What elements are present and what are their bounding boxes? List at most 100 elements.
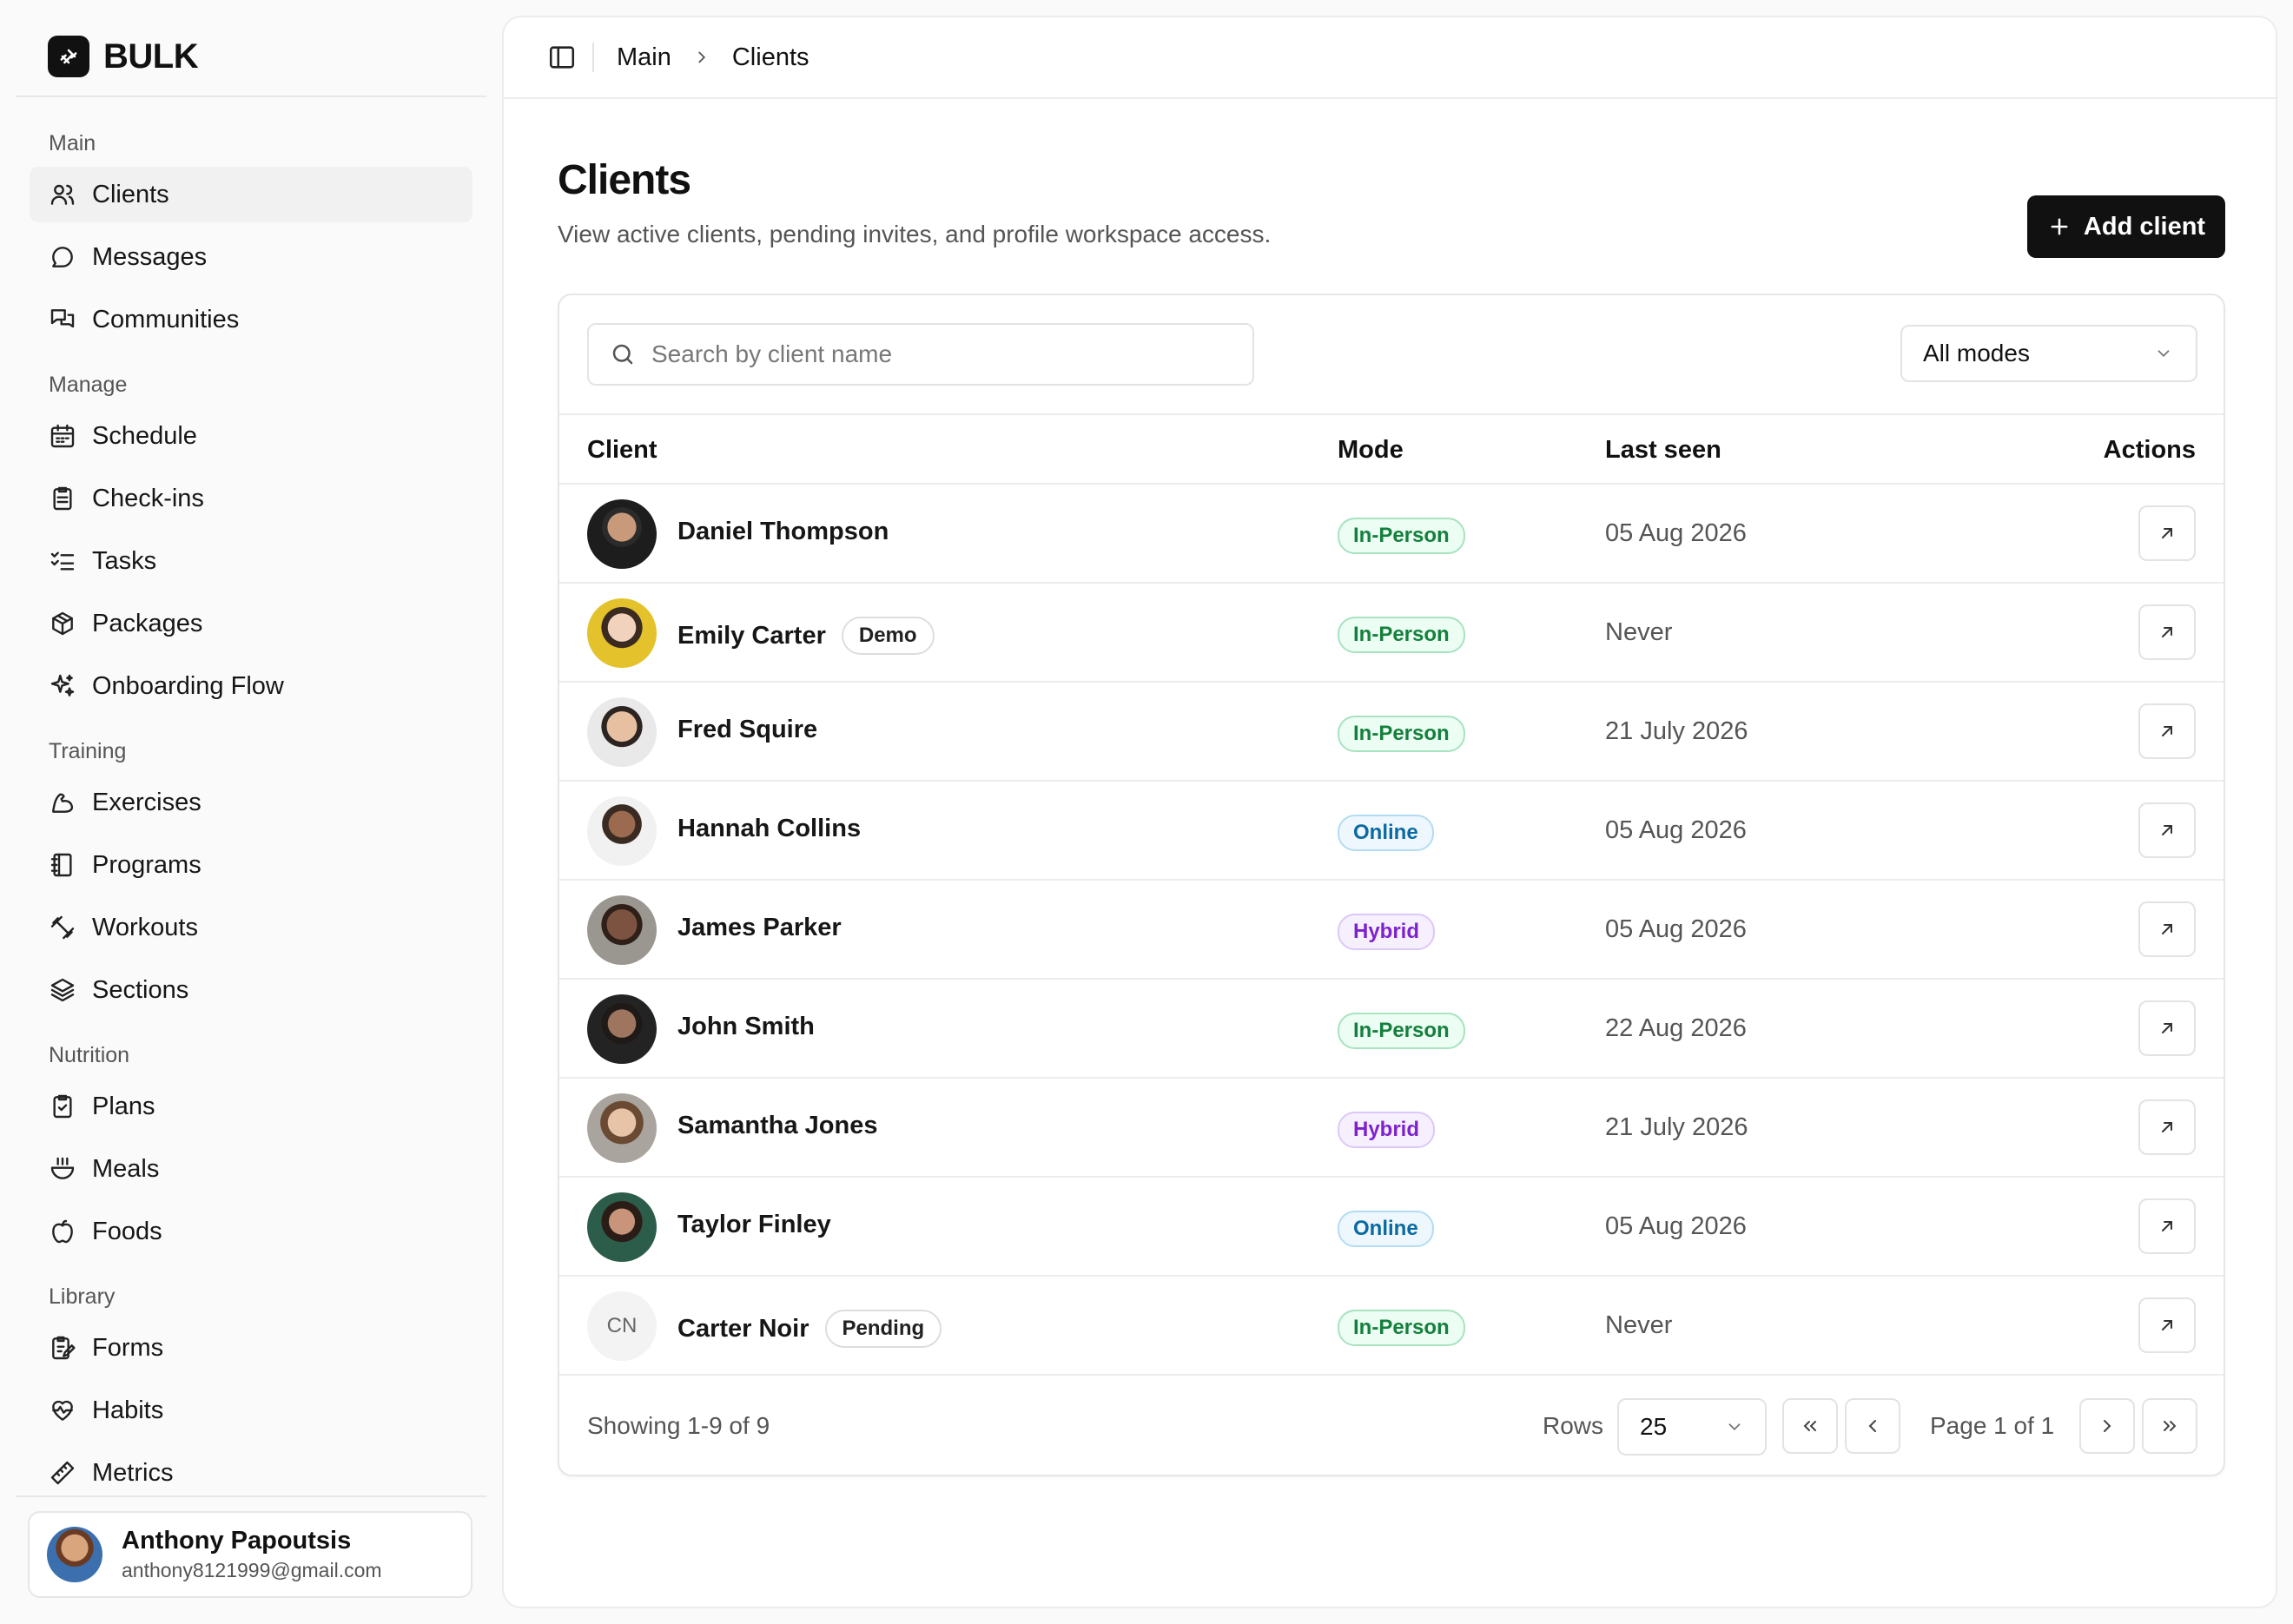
rows-label: Rows xyxy=(1543,1412,1604,1439)
first-page-button[interactable] xyxy=(1782,1398,1838,1454)
sidebar-toggle-icon[interactable] xyxy=(547,43,577,72)
users-icon xyxy=(50,184,75,205)
client-name[interactable]: Emily Carter xyxy=(677,622,826,650)
sidebar-item-communities[interactable]: Communities xyxy=(30,292,472,347)
nav-group-label: Training xyxy=(49,739,127,763)
column-header-client: Client xyxy=(587,436,658,464)
open-client-button[interactable] xyxy=(2138,1198,2196,1254)
checklist-icon xyxy=(50,551,75,571)
user-profile-card[interactable]: Anthony Papoutsis anthony8121999@gmail.c… xyxy=(28,1511,472,1598)
nav-group-gap xyxy=(0,347,500,363)
sidebar-item-check-ins[interactable]: Check-ins xyxy=(30,471,472,526)
table-row[interactable]: James Parker Hybrid 05 Aug 2026 xyxy=(559,881,2224,980)
sidebar-item-forms[interactable]: Forms xyxy=(30,1320,472,1376)
sidebar-item-clients[interactable]: Clients xyxy=(30,167,472,222)
sidebar-item-packages[interactable]: Packages xyxy=(30,596,472,651)
open-client-button[interactable] xyxy=(2138,1297,2196,1353)
open-client-button[interactable] xyxy=(2138,703,2196,759)
sidebar-item-plans[interactable]: Plans xyxy=(30,1079,472,1134)
client-name[interactable]: Taylor Finley xyxy=(677,1211,831,1239)
sidebar-item-onboarding-flow[interactable]: Onboarding Flow xyxy=(30,658,472,714)
last-page-button[interactable] xyxy=(2142,1398,2197,1454)
chevron-right-icon xyxy=(2104,1420,2111,1432)
last-seen: 05 Aug 2026 xyxy=(1605,1212,1747,1240)
add-client-button[interactable]: Add client xyxy=(2027,195,2225,258)
sidebar-item-programs[interactable]: Programs xyxy=(30,837,472,893)
arrow-up-right-icon xyxy=(2162,726,2172,736)
table-row[interactable]: Hannah Collins Online 05 Aug 2026 xyxy=(559,782,2224,881)
sidebar-item-label: Exercises xyxy=(92,788,202,816)
open-client-button[interactable] xyxy=(2138,604,2196,660)
sidebar-item-metrics[interactable]: Metrics xyxy=(30,1445,472,1485)
open-client-button[interactable] xyxy=(2138,1099,2196,1155)
sidebar-item-foods[interactable]: Foods xyxy=(30,1204,472,1259)
mode-badge: Online xyxy=(1338,1211,1434,1247)
client-name[interactable]: Fred Squire xyxy=(677,716,817,744)
sidebar-nav: Main Clients Messages Communities Manage Sche… xyxy=(0,122,500,1485)
open-client-button[interactable] xyxy=(2138,901,2196,957)
user-avatar xyxy=(47,1527,102,1582)
sidebar-item-habits[interactable]: Habits xyxy=(30,1383,472,1438)
table-row[interactable]: Samantha Jones Hybrid 21 July 2026 xyxy=(559,1079,2224,1178)
last-seen: 05 Aug 2026 xyxy=(1605,816,1747,844)
sidebar-item-exercises[interactable]: Exercises xyxy=(30,775,472,830)
table-row[interactable]: Fred Squire In-Person 21 July 2026 xyxy=(559,683,2224,782)
sidebar-item-label: Messages xyxy=(92,242,208,271)
sidebar-item-meals[interactable]: Meals xyxy=(30,1141,472,1197)
sidebar-item-schedule[interactable]: Schedule xyxy=(30,408,472,464)
client-name[interactable]: Hannah Collins xyxy=(677,815,861,843)
table-row[interactable]: Emily Carter Demo In-Person Never xyxy=(559,584,2224,683)
plus-icon xyxy=(2051,218,2068,235)
client-name[interactable]: Samantha Jones xyxy=(677,1112,877,1140)
client-name[interactable]: Carter Noir xyxy=(677,1315,809,1343)
sidebar-divider xyxy=(16,96,486,97)
table-row[interactable]: Taylor Finley Online 05 Aug 2026 xyxy=(559,1178,2224,1277)
form-icon xyxy=(52,1336,76,1360)
sidebar-item-label: Check-ins xyxy=(92,484,204,512)
breadcrumb-current: Clients xyxy=(731,43,809,71)
sidebar-item-sections[interactable]: Sections xyxy=(30,962,472,1018)
sidebar-item-label: Tasks xyxy=(92,546,157,575)
nav-group-gap xyxy=(0,1018,500,1033)
sidebar-item-workouts[interactable]: Workouts xyxy=(30,900,472,955)
table-row[interactable]: Daniel Thompson In-Person 05 Aug 2026 xyxy=(559,485,2224,584)
table-row[interactable]: CN Carter Noir Pending In-Person Never xyxy=(559,1277,2224,1376)
open-client-button[interactable] xyxy=(2138,802,2196,858)
last-seen: 21 July 2026 xyxy=(1605,1113,1748,1141)
table-row[interactable]: John Smith In-Person 22 Aug 2026 xyxy=(559,980,2224,1079)
nav-group-gap xyxy=(0,714,500,729)
avatar xyxy=(587,697,657,767)
client-name-cell: John Smith xyxy=(677,1013,815,1041)
sidebar-item-tasks[interactable]: Tasks xyxy=(30,533,472,589)
client-name[interactable]: Daniel Thompson xyxy=(677,518,889,546)
open-client-button[interactable] xyxy=(2138,1000,2196,1056)
search-input[interactable]: Search by client name xyxy=(587,323,1254,386)
rows-per-page-select[interactable]: 25 xyxy=(1617,1398,1767,1456)
brand[interactable]: BULK xyxy=(48,35,199,78)
previous-page-button[interactable] xyxy=(1845,1398,1900,1454)
avatar: CN xyxy=(587,1291,657,1361)
client-status-tag: Demo xyxy=(841,617,935,655)
column-header-actions: Actions xyxy=(2103,436,2196,464)
arrow-up-right-icon xyxy=(2162,528,2172,538)
add-client-label: Add client xyxy=(2083,212,2206,241)
topbar: Main Clients xyxy=(504,17,2276,99)
sidebar-item-messages[interactable]: Messages xyxy=(30,229,472,285)
client-name-cell: Hannah Collins xyxy=(677,815,861,843)
sidebar-item-label: Packages xyxy=(92,609,203,637)
client-name[interactable]: John Smith xyxy=(677,1013,815,1041)
sparkles-icon xyxy=(50,674,75,696)
mode-badge: In-Person xyxy=(1338,1013,1465,1049)
client-name[interactable]: James Parker xyxy=(677,914,842,942)
sidebar-item-label: Workouts xyxy=(92,913,198,941)
sidebar-item-label: Habits xyxy=(92,1396,164,1424)
breadcrumb: Main Clients xyxy=(617,43,809,72)
last-seen: 22 Aug 2026 xyxy=(1605,1014,1747,1042)
open-client-button[interactable] xyxy=(2138,505,2196,561)
calendar-icon xyxy=(50,424,75,448)
apple-icon xyxy=(52,1219,73,1244)
breadcrumb-main[interactable]: Main xyxy=(617,43,671,72)
mode-filter-select[interactable]: All modes xyxy=(1900,325,2197,382)
mode-badge: In-Person xyxy=(1338,617,1465,653)
next-page-button[interactable] xyxy=(2079,1398,2135,1454)
